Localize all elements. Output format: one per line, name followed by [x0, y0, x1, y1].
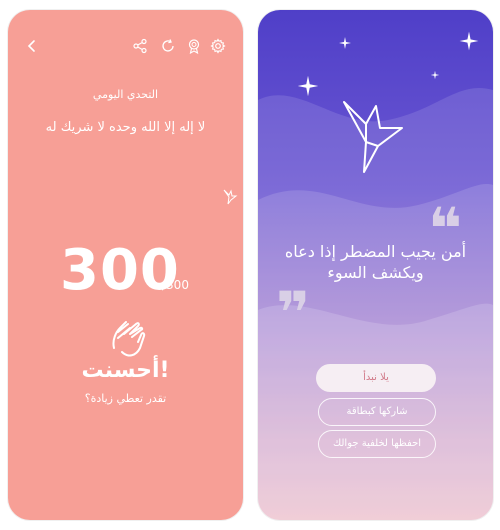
verse-line-1: أمن يجيب المضطر إذا دعاه	[284, 242, 467, 261]
score-total: /300	[162, 278, 189, 292]
back-icon[interactable]	[24, 38, 40, 54]
bird-logo-icon	[223, 189, 238, 205]
quote-close-icon: ❞	[276, 279, 311, 347]
save-wallpaper-button[interactable]: احفظها لخلفية جوالك	[318, 430, 436, 458]
dhikr-text: لا إله إلا الله وحده لا شريك له	[45, 120, 206, 135]
score-count: 300	[60, 238, 180, 303]
share-icon[interactable]	[132, 38, 148, 54]
top-toolbar	[24, 38, 227, 58]
start-button[interactable]: يلا نبدأ	[316, 364, 436, 392]
page-title: التحدي اليومي	[92, 88, 159, 101]
challenge-prompt[interactable]: تقدر تعطي زيادة؟	[8, 392, 243, 405]
settings-icon[interactable]	[210, 38, 226, 54]
refresh-icon[interactable]	[160, 38, 176, 54]
badge-icon[interactable]	[186, 38, 202, 54]
sparkle-icon	[339, 37, 351, 49]
sparkle-icon	[297, 75, 319, 97]
sparkle-icon	[430, 70, 440, 80]
verse-text: أمن يجيب المضطر إذا دعاه ويكشف السوء	[266, 242, 485, 284]
verse-card-screen: ❝ أمن يجيب المضطر إذا دعاه ويكشف السوء ❞…	[258, 10, 493, 520]
success-heading: أحسنت!	[81, 358, 170, 383]
share-card-button[interactable]: شاركها كبطاقة	[318, 398, 436, 426]
bird-logo-icon	[343, 101, 403, 173]
sparkle-icon	[459, 31, 479, 51]
daily-challenge-screen: التحدي اليومي لا إله إلا الله وحده لا شر…	[8, 10, 243, 520]
